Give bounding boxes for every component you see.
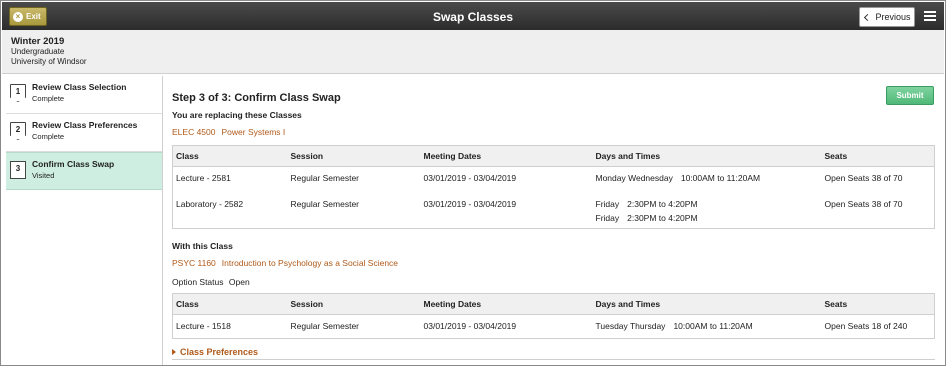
days: Friday <box>595 212 620 223</box>
replace-course-link[interactable]: ELEC 4500 Power Systems I <box>172 127 285 137</box>
column-header-days-times: Days and Times <box>592 293 822 315</box>
column-header-seats: Seats <box>821 145 935 167</box>
course-title: Introduction to Psychology as a Social S… <box>221 258 399 268</box>
course-code: ELEC 4500 <box>172 127 216 137</box>
times: 2:30PM to 4:20PM <box>627 198 698 209</box>
step-title: Review Class Selection <box>32 82 127 92</box>
table-header-row: Class Session Meeting Dates Days and Tim… <box>172 293 935 315</box>
dates-cell: 03/01/2019 - 03/04/2019 <box>423 198 517 209</box>
step-item-review-class-preferences[interactable]: 2 Review Class Preferences Complete <box>6 114 162 152</box>
option-status: Option Status Open <box>172 277 250 287</box>
session-cell: Regular Semester <box>290 321 360 331</box>
course-code: PSYC 1160 <box>172 258 216 268</box>
days: Friday <box>595 198 620 209</box>
column-header-session: Session <box>287 293 421 315</box>
chevron-left-icon <box>864 13 872 21</box>
with-class-label: With this Class <box>172 241 233 251</box>
page-title: Swap Classes <box>432 10 514 24</box>
submit-button[interactable]: Submit <box>886 86 934 105</box>
column-header-meeting-dates: Meeting Dates <box>420 145 593 167</box>
dates-cell: 03/01/2019 - 03/04/2019 <box>423 321 517 331</box>
times: 10:00AM to 11:20AM <box>673 321 753 331</box>
main-content: Step 3 of 3: Confirm Class Swap Submit Y… <box>166 76 942 365</box>
course-title: Power Systems I <box>221 127 286 137</box>
option-status-value: Open <box>228 277 250 287</box>
step-item-review-class-selection[interactable]: 1 Review Class Selection Complete <box>6 76 162 114</box>
days-times-cell: Monday Wednesday 10:00AM to 11:20AM <box>593 167 822 193</box>
days-times-cell: Tuesday Thursday 10:00AM to 11:20AM <box>593 315 822 339</box>
replace-classes-table: Class Session Meeting Dates Days and Tim… <box>172 145 935 229</box>
swap-classes-window: × Exit Swap Classes Previous Winter 2019… <box>0 0 946 366</box>
session-cell: Regular Semester <box>290 198 360 209</box>
class-preferences-toggle[interactable]: Class Preferences <box>172 347 258 357</box>
seats-cell: Open Seats 38 of 70 <box>824 173 903 183</box>
term-institution: University of Windsor <box>11 57 87 66</box>
step-number-badge: 2 <box>10 122 26 140</box>
session-cell: Regular Semester <box>290 173 360 183</box>
column-header-class: Class <box>172 145 288 167</box>
term-name: Winter 2019 <box>11 36 65 47</box>
previous-label: Previous <box>875 12 911 22</box>
hamburger-menu-icon[interactable] <box>924 11 936 21</box>
step-status: Complete <box>32 94 65 103</box>
days: Monday Wednesday <box>595 173 673 183</box>
step-title: Review Class Preferences <box>32 120 138 130</box>
class-cell: Lecture - 1518 <box>176 321 231 331</box>
table-header-row: Class Session Meeting Dates Days and Tim… <box>172 145 935 167</box>
seats-cell: Open Seats 38 of 70 <box>824 198 903 209</box>
step-number-badge: 3 <box>10 161 26 179</box>
column-header-days-times: Days and Times <box>592 145 822 167</box>
option-status-label: Option Status <box>172 277 224 287</box>
seats-cell: Open Seats 18 of 240 <box>824 321 908 331</box>
times: 2:30PM to 4:20PM <box>627 212 698 223</box>
days: Tuesday Thursday <box>595 321 666 331</box>
class-preferences-label: Class Preferences <box>180 347 259 357</box>
step-status: Complete <box>32 132 65 141</box>
days-times-cell: Friday 2:30PM to 4:20PM Friday 2:30PM to 4… <box>593 193 822 229</box>
step-item-confirm-class-swap[interactable]: 3 Confirm Class Swap Visited <box>6 152 162 190</box>
times: 10:00AM to 11:20AM <box>680 173 761 183</box>
step-title: Confirm Class Swap <box>32 159 115 169</box>
class-cell: Lecture - 2581 <box>176 173 231 183</box>
term-banner: Winter 2019 Undergraduate University of … <box>2 30 944 74</box>
previous-button[interactable]: Previous <box>859 7 915 27</box>
step-status: Visited <box>32 171 55 180</box>
with-course-link[interactable]: PSYC 1160 Introduction to Psychology as a… <box>172 258 398 268</box>
step-sidebar: 1 Review Class Selection Complete 2 Revi… <box>6 76 163 365</box>
column-header-session: Session <box>287 145 421 167</box>
replacing-label: You are replacing these Classes <box>172 110 302 120</box>
divider <box>172 359 935 360</box>
class-cell: Laboratory - 2582 <box>176 198 244 209</box>
with-class-table: Class Session Meeting Dates Days and Tim… <box>172 293 935 339</box>
caret-right-icon <box>172 349 176 355</box>
step-heading: Step 3 of 3: Confirm Class Swap <box>172 92 341 104</box>
column-header-seats: Seats <box>821 293 935 315</box>
column-header-class: Class <box>172 293 288 315</box>
table-row: Laboratory - 2582 Regular Semester 03/01… <box>173 193 935 229</box>
term-career: Undergraduate <box>11 47 65 56</box>
step-number-badge: 1 <box>10 84 26 102</box>
table-row: Lecture - 2581 Regular Semester 03/01/20… <box>173 167 935 193</box>
header-bar: × Exit Swap Classes Previous <box>2 2 944 30</box>
table-row: Lecture - 1518 Regular Semester 03/01/20… <box>173 315 935 339</box>
column-header-meeting-dates: Meeting Dates <box>420 293 593 315</box>
dates-cell: 03/01/2019 - 03/04/2019 <box>423 173 517 183</box>
